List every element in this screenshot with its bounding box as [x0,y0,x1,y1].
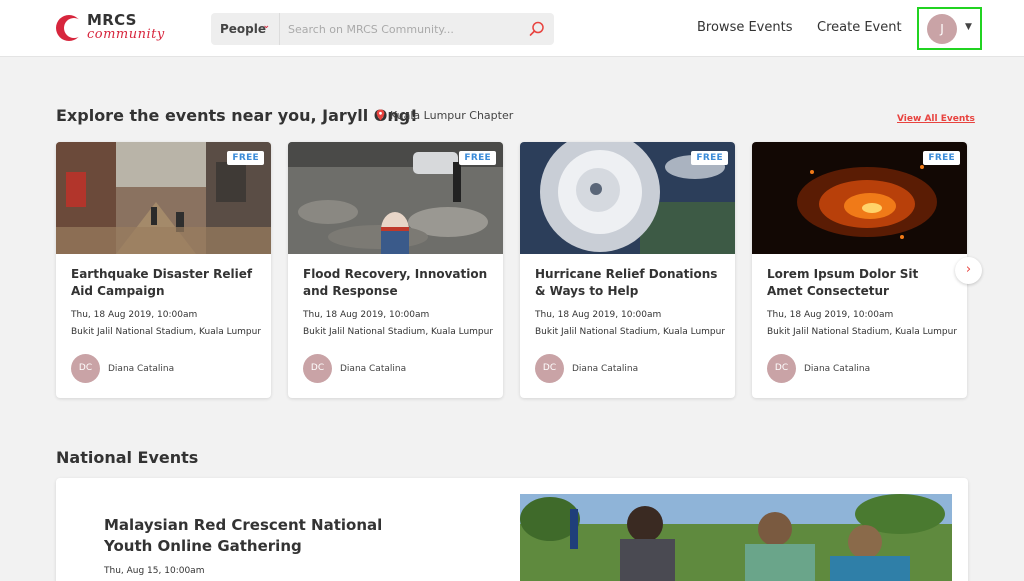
event-date: Thu, 18 Aug 2019, 10:00am [767,310,894,320]
chevron-right-icon: › [965,262,972,277]
crescent-logo-icon [56,15,81,41]
organizer-avatar: DC [767,354,796,383]
organizer-name: Diana Catalina [108,364,175,374]
chevron-down-icon: ⌄ [262,21,270,31]
explore-heading: Explore the events near you, Jaryll Ong! [56,106,418,125]
event-date: Thu, 18 Aug 2019, 10:00am [71,310,198,320]
nav-browse-events[interactable]: Browse Events [697,20,792,35]
view-all-events-link[interactable]: View All Events [897,114,975,124]
search-icon[interactable] [528,20,546,38]
national-event-title: Malaysian Red Crescent National Youth On… [104,516,383,555]
event-card[interactable]: FREE Lorem Ipsum Dolor Sit Amet Consecte… [752,142,967,398]
free-badge: FREE [691,151,728,165]
organizer-name: Diana Catalina [340,364,407,374]
search-scope-dropdown[interactable]: People ⌄ [211,13,280,45]
event-card[interactable]: FREE Earthquake Disaster Relief Aid Camp… [56,142,271,398]
search-bar: People ⌄ [211,13,554,45]
event-venue: Bukit Jalil National Stadium, Kuala Lump… [303,327,493,337]
user-menu[interactable]: J ▼ [917,7,982,50]
carousel-next-button[interactable]: › [955,257,982,284]
logo-text-community: community [87,27,165,42]
national-event-image [520,494,952,581]
event-venue: Bukit Jalil National Stadium, Kuala Lump… [71,327,261,337]
free-badge: FREE [227,151,264,165]
chapter-location[interactable]: Kuala Lumpur Chapter [376,109,513,122]
search-input[interactable] [281,13,521,45]
national-event-card[interactable]: Malaysian Red Crescent National Youth On… [56,478,968,581]
chapter-label: Kuala Lumpur Chapter [390,109,514,122]
free-badge: FREE [459,151,496,165]
organizer-name: Diana Catalina [804,364,871,374]
mrcs-logo[interactable]: MRCS community [55,11,165,47]
event-title: Flood Recovery, Innovation and Response [303,267,488,298]
top-navbar: MRCS community People ⌄ Browse Events Cr… [0,0,1024,57]
event-card[interactable]: FREE Hurricane Relief Donations & Ways t… [520,142,735,398]
event-date: Thu, 18 Aug 2019, 10:00am [303,310,430,320]
nav-create-event[interactable]: Create Event [817,20,902,35]
national-event-date: Thu, Aug 15, 10:00am [104,566,205,576]
search-scope-label: People [220,22,267,36]
organizer-avatar: DC [71,354,100,383]
map-pin-icon [376,109,385,121]
event-title: Hurricane Relief Donations & Ways to Hel… [535,267,718,298]
event-venue: Bukit Jalil National Stadium, Kuala Lump… [535,327,725,337]
event-title: Earthquake Disaster Relief Aid Campaign [71,267,253,298]
event-venue: Bukit Jalil National Stadium, Kuala Lump… [767,327,957,337]
organizer-name: Diana Catalina [572,364,639,374]
event-date: Thu, 18 Aug 2019, 10:00am [535,310,662,320]
national-events-heading: National Events [56,448,199,467]
organizer-avatar: DC [303,354,332,383]
organizer-avatar: DC [535,354,564,383]
chevron-down-icon: ▼ [965,22,972,32]
user-avatar: J [927,14,957,44]
free-badge: FREE [923,151,960,165]
event-title: Lorem Ipsum Dolor Sit Amet Consectetur A… [767,267,919,298]
event-card[interactable]: FREE Flood Recovery, Innovation and Resp… [288,142,503,398]
